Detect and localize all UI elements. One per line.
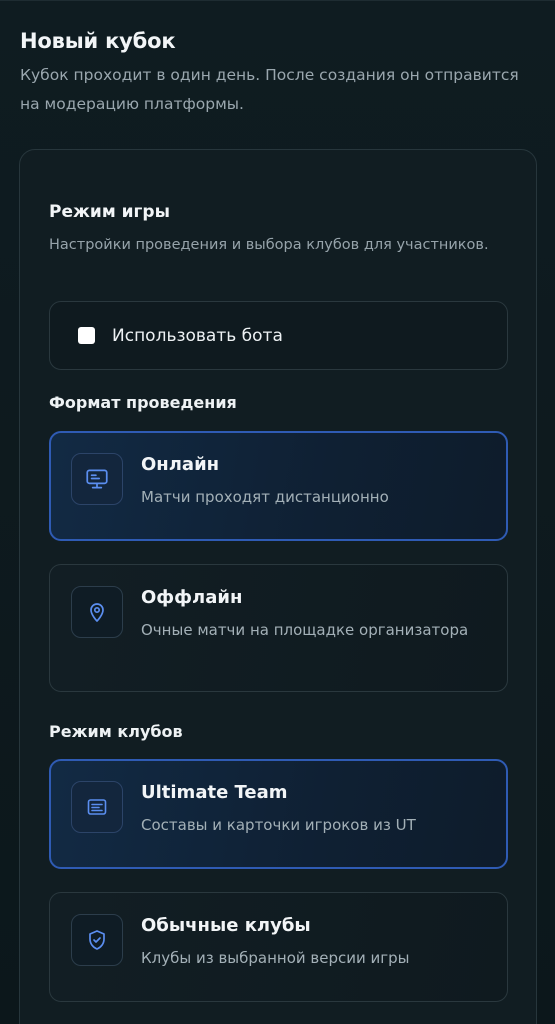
format-label: Формат проведения (49, 393, 237, 412)
card-icon (71, 781, 123, 833)
use-bot-checkbox[interactable] (78, 327, 95, 344)
monitor-icon (71, 453, 123, 505)
option-description: Клубы из выбранной версии игры (141, 949, 410, 967)
section-description: Настройки проведения и выбора клубов для… (49, 237, 489, 253)
format-option-online[interactable]: Онлайн Матчи проходят дистанционно (49, 431, 508, 541)
section-title: Режим игры (49, 202, 170, 222)
club-option-ultimate-team[interactable]: Ultimate Team Составы и карточки игроков… (49, 759, 508, 869)
option-title: Ultimate Team (141, 782, 288, 803)
page-subtitle: Кубок проходит в один день. После создан… (20, 66, 519, 113)
page-title: Новый кубок (20, 29, 176, 53)
use-bot-option[interactable]: Использовать бота (49, 301, 508, 370)
option-title: Оффлайн (141, 587, 243, 608)
club-option-regular-clubs[interactable]: Обычные клубы Клубы из выбранной версии … (49, 892, 508, 1002)
use-bot-label: Использовать бота (112, 325, 283, 346)
option-description: Матчи проходят дистанционно (141, 488, 389, 506)
option-description: Составы и карточки игроков из UT (141, 816, 416, 834)
shield-check-icon (71, 914, 123, 966)
option-title: Онлайн (141, 454, 220, 475)
format-option-offline[interactable]: Оффлайн Очные матчи на площадке организа… (49, 564, 508, 692)
option-description: Очные матчи на площадке организатора (141, 621, 469, 639)
option-title: Обычные клубы (141, 915, 311, 936)
new-cup-page: Новый кубок Кубок проходит в один день. … (0, 0, 555, 1024)
game-mode-panel: Режим игры Настройки проведения и выбора… (19, 149, 537, 1024)
club-mode-label: Режим клубов (49, 722, 183, 741)
map-pin-icon (71, 586, 123, 638)
